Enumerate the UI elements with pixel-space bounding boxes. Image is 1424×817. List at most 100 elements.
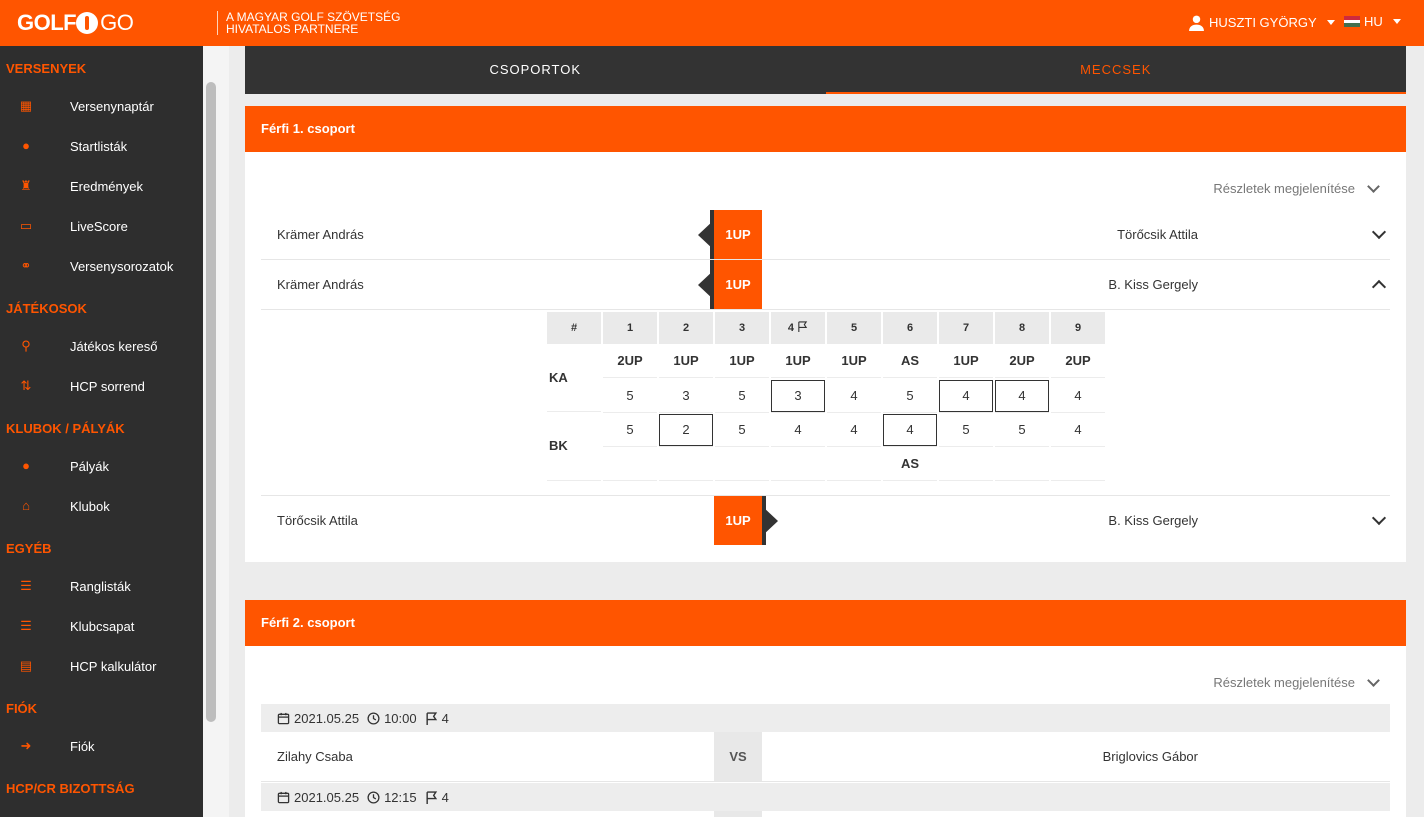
group-card-1: Férfi 1. csoport Részletek megjelenítése… xyxy=(245,106,1406,562)
hole-match-status xyxy=(659,447,713,481)
sidebar-item-klubcsapat[interactable]: ☰ Klubcsapat xyxy=(0,606,203,646)
show-details-toggle[interactable]: Részletek megjelenítése xyxy=(1213,674,1380,690)
fixture-time: 10:00 xyxy=(384,710,417,726)
flag-icon xyxy=(426,790,437,804)
hole-score: 4 xyxy=(827,413,881,447)
fixture-info: 2021.05.25 12:15 4 xyxy=(261,783,1390,811)
golf-ball-icon: ● xyxy=(22,138,30,153)
sidebar-item-klubok[interactable]: ⌂ Klubok xyxy=(0,486,203,526)
group-title: Férfi 1. csoport xyxy=(245,106,1406,152)
calendar-icon: ▦ xyxy=(19,98,33,113)
tab-meccsek[interactable]: MECCSEK xyxy=(825,46,1407,94)
sidebar-section-versenyek: VERSENYEK xyxy=(6,61,87,76)
hole-header: 6 xyxy=(883,312,937,344)
chevron-down-icon xyxy=(1326,20,1335,25)
hungarian-flag-icon xyxy=(1344,16,1360,28)
hole-match-status: AS xyxy=(883,447,937,481)
right-winner-arrow-icon xyxy=(762,506,778,536)
match-row[interactable]: Zilahy Csaba VS Briglovics Gábor xyxy=(261,732,1390,782)
logo-text-bold: GOLF xyxy=(17,10,77,35)
tab-bar: CSOPORTOK MECCSEK xyxy=(245,46,1406,94)
calendar-icon xyxy=(277,791,290,803)
hole-match-status: 1UP xyxy=(715,344,769,378)
sidebar-item-hcp-kalkulator[interactable]: ▤ HCP kalkulátor xyxy=(0,646,203,686)
sidebar-item-hcp-sorrend[interactable]: ⇅ HCP sorrend xyxy=(0,366,203,406)
sidebar-item-versenynaptar[interactable]: ▦ Versenynaptár xyxy=(0,86,203,126)
calendar-icon xyxy=(277,712,290,724)
hole-match-status: 1UP xyxy=(827,344,881,378)
match-row[interactable]: Krämer András 1UP B. Kiss Gergely xyxy=(261,260,1390,310)
vs-badge xyxy=(714,811,762,817)
clock-icon xyxy=(367,711,380,725)
hole-score: 5 xyxy=(883,379,937,413)
hole-score: 5 xyxy=(715,379,769,413)
show-details-toggle[interactable]: Részletek megjelenítése xyxy=(1213,180,1380,196)
sort-icon: ⇅ xyxy=(20,378,32,393)
calculator-icon: ▤ xyxy=(19,658,33,673)
player-right: Törőcsik Attila xyxy=(1117,227,1198,242)
sidebar-section-hcp-cr-bizottsag: HCP/CR BIZOTTSÁG xyxy=(6,781,135,796)
sidebar-item-eredmenyek[interactable]: ♜ Eredmények xyxy=(0,166,203,206)
hole-match-status: 2UP xyxy=(995,344,1049,378)
fixture-date: 2021.05.25 xyxy=(294,789,360,805)
language-selector[interactable]: HU xyxy=(1344,14,1401,29)
hole-header: 7 xyxy=(939,312,993,344)
user-menu[interactable]: HUSZTI GYÖRGY xyxy=(1188,14,1335,31)
sidebar-section-klubok-palyak: KLUBOK / PÁLYÁK xyxy=(6,421,125,436)
hole-score: 5 xyxy=(603,379,657,413)
hole-header: 3 xyxy=(715,312,769,344)
running-icon: ⚲ xyxy=(21,338,31,353)
clock-icon xyxy=(367,790,380,804)
hole-winner-box xyxy=(659,414,713,446)
sidebar-section-jatekosok: JÁTÉKOSOK xyxy=(6,301,87,316)
hole-match-status: 1UP xyxy=(939,344,993,378)
chevron-up-icon[interactable] xyxy=(1371,279,1387,295)
language-label: HU xyxy=(1364,14,1383,29)
chevron-down-icon xyxy=(1367,180,1380,193)
golf-ball-icon: ● xyxy=(22,458,30,473)
player-a-initials: KA xyxy=(549,370,568,385)
flag-icon xyxy=(426,711,437,725)
player-left: Krämer András xyxy=(277,277,364,292)
hole-score: 5 xyxy=(939,413,993,447)
hole-match-status: 1UP xyxy=(659,344,713,378)
hole-header: 1 xyxy=(603,312,657,344)
sidebar-item-startlistak[interactable]: ● Startlisták xyxy=(0,126,203,166)
flag-icon xyxy=(798,321,808,332)
hole-match-status xyxy=(715,447,769,481)
hole-match-status xyxy=(827,447,881,481)
fixture-hole: 4 xyxy=(441,710,449,726)
logo-text-thin: GO xyxy=(100,10,134,35)
hole-header: 9 xyxy=(1051,312,1105,344)
sidebar-scrollbar[interactable] xyxy=(206,82,216,722)
top-header: GOLF GO A MAGYAR GOLF SZÖVETSÉG HIVATALO… xyxy=(0,0,1424,46)
hole-match-status: 1UP xyxy=(771,344,825,378)
sidebar-item-palyak[interactable]: ● Pályák xyxy=(0,446,203,486)
sign-in-icon: ➜ xyxy=(20,738,32,753)
cast-icon: ▭ xyxy=(19,218,33,233)
sidebar-item-versenysorozatok[interactable]: ⚭ Versenysorozatok xyxy=(0,246,203,286)
hole-winner-box xyxy=(995,380,1049,412)
hole-winner-box xyxy=(883,414,937,446)
chevron-down-icon[interactable] xyxy=(1371,224,1387,240)
player-left: Törőcsik Attila xyxy=(277,513,358,528)
tab-csoportok[interactable]: CSOPORTOK xyxy=(245,46,826,94)
match-row[interactable]: Törőcsik Attila 1UP B. Kiss Gergely xyxy=(261,496,1390,546)
chevron-down-icon[interactable] xyxy=(1371,510,1387,526)
link-icon: ⚭ xyxy=(20,258,32,273)
sidebar-item-ranglistak[interactable]: ☰ Ranglisták xyxy=(0,566,203,606)
match-score: 1UP xyxy=(714,210,762,259)
hole-match-status: AS xyxy=(883,344,937,378)
fixture-date: 2021.05.25 xyxy=(294,710,360,726)
hole-score: 5 xyxy=(603,413,657,447)
sidebar: VERSENYEK ▦ Versenynaptár ● Startlisták ♜ E… xyxy=(0,46,203,817)
sidebar-item-livescore[interactable]: ▭ LiveScore xyxy=(0,206,203,246)
match-row[interactable]: Krämer András 1UP Törőcsik Attila xyxy=(261,210,1390,260)
golfigo-logo[interactable]: GOLF GO xyxy=(17,10,134,35)
hole-match-status xyxy=(603,447,657,481)
hole-match-status xyxy=(995,447,1049,481)
vs-badge: VS xyxy=(714,732,762,781)
sidebar-item-jatekos-kereso[interactable]: ⚲ Játékos kereső xyxy=(0,326,203,366)
sidebar-item-fiok[interactable]: ➜ Fiók xyxy=(0,726,203,766)
hole-score: 5 xyxy=(715,413,769,447)
